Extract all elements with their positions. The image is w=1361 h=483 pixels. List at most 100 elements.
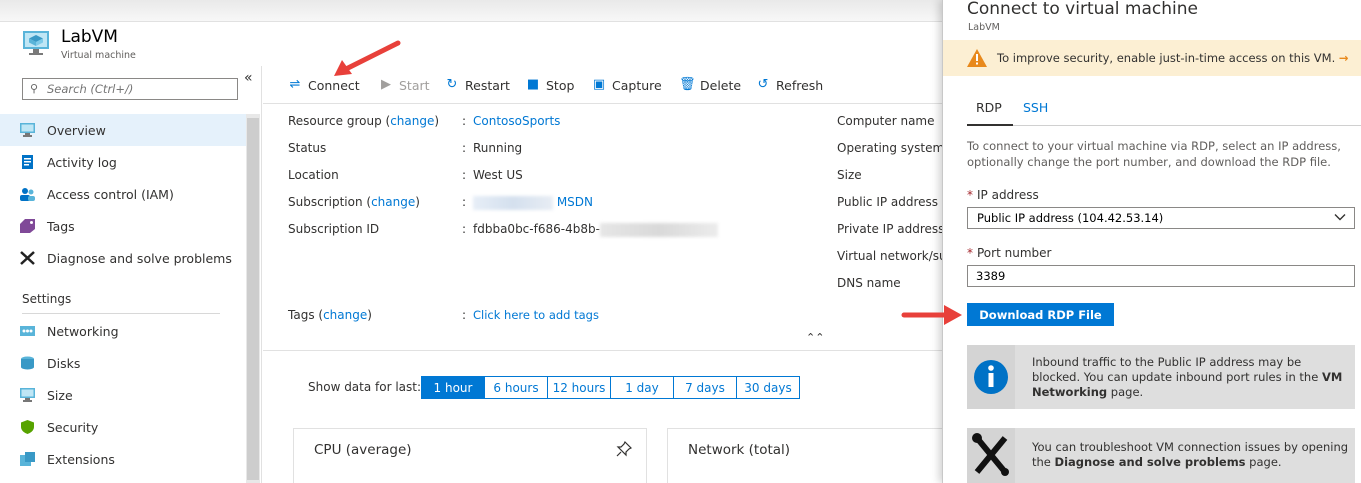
change-subscription-link[interactable]: change bbox=[371, 195, 415, 209]
range-1-hour[interactable]: 1 hour bbox=[421, 376, 485, 399]
sidebar-item-label: Overview bbox=[47, 122, 106, 138]
scrollbar-thumb[interactable] bbox=[247, 118, 259, 480]
tabs-divider bbox=[967, 125, 1361, 126]
refresh-button[interactable]: ↺ Refresh bbox=[755, 76, 824, 94]
network-card-title: Network (total) bbox=[688, 442, 791, 458]
chevron-down-icon bbox=[1334, 214, 1346, 221]
sidebar-item-size[interactable]: Size bbox=[0, 379, 246, 411]
subscription-row: Subscription (change) : MSDN bbox=[288, 195, 594, 210]
sidebar-item-label: Activity log bbox=[47, 154, 117, 170]
range-7-days[interactable]: 7 days bbox=[673, 376, 737, 399]
connect-blade: Connect to virtual machine LabVM To impr… bbox=[942, 0, 1361, 483]
main-content: ⇌ Connect ▶ Start ↻ Restart ■ Stop ▣ Cap… bbox=[263, 66, 957, 483]
wrench-icon bbox=[20, 251, 35, 265]
subscription-id-value: fdbba0bc-f686-4b8b- bbox=[473, 222, 718, 237]
cpu-chart-card[interactable]: CPU (average) bbox=[293, 428, 647, 483]
dns-name-label: DNS name bbox=[837, 276, 901, 290]
add-tags-link[interactable]: Click here to add tags bbox=[473, 308, 599, 322]
essentials-divider bbox=[263, 350, 942, 351]
download-rdp-button[interactable]: Download RDP File bbox=[967, 303, 1114, 326]
nav-scrollbar[interactable] bbox=[246, 114, 260, 483]
blade-title: Connect to virtual machine bbox=[967, 0, 1198, 19]
annotation-arrow-icon bbox=[901, 305, 962, 325]
sidebar-item-label: Size bbox=[47, 387, 73, 403]
sidebar-item-overview[interactable]: Overview bbox=[0, 114, 246, 146]
delete-label: Delete bbox=[700, 77, 742, 93]
change-tags-link[interactable]: change bbox=[323, 308, 367, 322]
sidebar-item-label: Access control (IAM) bbox=[47, 186, 174, 202]
capture-button[interactable]: ▣ Capture bbox=[591, 76, 662, 94]
tag-icon bbox=[20, 219, 35, 233]
network-chart-card[interactable]: Network (total) bbox=[667, 428, 957, 483]
sidebar-item-tags[interactable]: Tags bbox=[0, 210, 246, 242]
iam-icon bbox=[20, 188, 35, 201]
redacted-subscription bbox=[473, 195, 553, 210]
disks-icon bbox=[21, 356, 34, 370]
location-label: Location bbox=[288, 168, 339, 182]
delete-button[interactable]: 🗑 Delete bbox=[679, 76, 741, 94]
arrow-right-icon: → bbox=[1338, 51, 1349, 65]
subscription-id-row: Subscription ID : fdbba0bc-f686-4b8b- bbox=[288, 222, 718, 237]
size-icon bbox=[20, 388, 35, 402]
ip-label-text: IP address bbox=[977, 188, 1039, 202]
sidebar-item-diagnose[interactable]: Diagnose and solve problems bbox=[0, 242, 246, 274]
sidebar-item-extensions[interactable]: Extensions bbox=[0, 443, 246, 475]
status-label: Status bbox=[288, 141, 327, 155]
tags-row: Tags (change) : Click here to add tags bbox=[288, 308, 599, 322]
subscription-value[interactable]: MSDN bbox=[473, 195, 593, 210]
capture-icon: ▣ bbox=[592, 77, 606, 92]
colon: : bbox=[462, 168, 467, 182]
public-ip-label: Public IP address bbox=[837, 195, 939, 209]
pin-icon[interactable] bbox=[616, 440, 633, 461]
restart-label: Restart bbox=[465, 77, 510, 93]
range-12-hours[interactable]: 12 hours bbox=[547, 376, 611, 399]
status-value: Running bbox=[473, 141, 523, 155]
tab-ssh[interactable]: SSH bbox=[1023, 100, 1048, 115]
sidebar-item-label: Diagnose and solve problems bbox=[47, 250, 232, 266]
tab-rdp[interactable]: RDP bbox=[976, 100, 1002, 115]
subscription-label: Subscription bbox=[288, 195, 363, 209]
sidebar-item-disks[interactable]: Disks bbox=[0, 347, 246, 379]
subscription-suffix[interactable]: MSDN bbox=[557, 195, 593, 209]
collapse-nav-button[interactable]: « bbox=[244, 70, 253, 86]
time-range-label: Show data for last: bbox=[308, 380, 422, 394]
port-number-label: * Port number bbox=[967, 246, 1051, 260]
restart-icon: ↻ bbox=[446, 77, 458, 92]
search-box[interactable]: ⚲ bbox=[22, 78, 238, 100]
sidebar-item-security[interactable]: Security bbox=[0, 411, 246, 443]
jit-warning-banner[interactable]: To improve security, enable just-in-time… bbox=[943, 40, 1361, 76]
range-6-hours[interactable]: 6 hours bbox=[484, 376, 548, 399]
section-divider bbox=[22, 313, 220, 314]
restart-button[interactable]: ↻ Restart bbox=[444, 76, 510, 94]
sidebar-item-label: Networking bbox=[47, 323, 119, 339]
colon: : bbox=[462, 195, 467, 209]
networking-info-box: Inbound traffic to the Public IP address… bbox=[967, 345, 1355, 409]
overview-icon bbox=[20, 123, 35, 137]
private-ip-label: Private IP address bbox=[837, 222, 945, 236]
blade-subtitle: LabVM bbox=[968, 22, 1000, 33]
info1-text: Inbound traffic to the Public IP address… bbox=[1032, 355, 1322, 384]
search-input[interactable] bbox=[47, 81, 232, 97]
virtual-machine-icon bbox=[23, 31, 49, 55]
range-1-day[interactable]: 1 day bbox=[610, 376, 674, 399]
sidebar-item-label: Tags bbox=[47, 218, 75, 234]
cpu-card-title: CPU (average) bbox=[314, 442, 412, 458]
sidebar-item-networking[interactable]: Networking bbox=[0, 315, 246, 347]
port-number-input[interactable] bbox=[976, 268, 1346, 284]
collapse-essentials-chevron-icon[interactable]: ⌃⌃ bbox=[806, 331, 824, 344]
sidebar-item-label: Disks bbox=[47, 355, 81, 371]
colon: : bbox=[462, 141, 467, 155]
sidebar-item-activity-log[interactable]: Activity log bbox=[0, 146, 246, 178]
port-number-field[interactable] bbox=[967, 265, 1355, 287]
info2-suffix: page. bbox=[1245, 455, 1282, 469]
ip-address-select[interactable]: Public IP address (104.42.53.14) bbox=[967, 207, 1355, 229]
activity-log-icon bbox=[22, 155, 33, 169]
tags-label: Tags bbox=[288, 308, 315, 322]
diagnose-link[interactable]: Diagnose and solve problems bbox=[1055, 455, 1246, 469]
change-resource-group-link[interactable]: change bbox=[390, 114, 434, 128]
stop-button[interactable]: ■ Stop bbox=[525, 76, 575, 94]
sidebar-item-iam[interactable]: Access control (IAM) bbox=[0, 178, 246, 210]
range-30-days[interactable]: 30 days bbox=[736, 376, 800, 399]
resource-group-value[interactable]: ContosoSports bbox=[473, 114, 560, 128]
extensions-icon bbox=[20, 452, 35, 466]
